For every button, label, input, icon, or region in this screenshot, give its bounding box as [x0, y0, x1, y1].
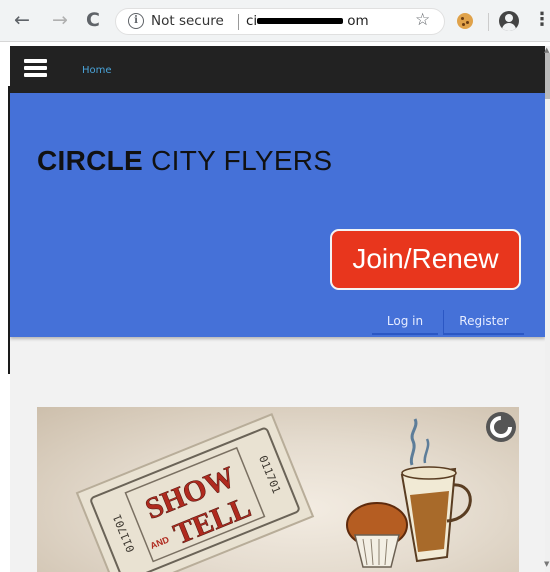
scroll-up-arrow-icon[interactable]: ▲ [544, 46, 549, 54]
reload-button[interactable]: C [86, 9, 100, 31]
home-link[interactable]: Home [82, 65, 112, 76]
omnibox-divider [238, 14, 239, 30]
url-suffix: om [347, 13, 369, 29]
toolbar-divider [488, 13, 489, 31]
cookie-extension-icon[interactable] [457, 13, 473, 29]
browser-menu-icon[interactable]: ⋮ [533, 9, 550, 31]
info-icon[interactable]: i [128, 13, 144, 29]
window-left-edge [0, 46, 10, 572]
show-and-tell-image[interactable]: SHOW AND TELL 011701 011701 [37, 407, 519, 572]
site-title-regular: CITY FLYERS [143, 145, 333, 176]
page-viewport: Home CIRCLE CITY FLYERS Join/Renew Log i… [10, 46, 545, 572]
browser-toolbar: ← → C i Not secure ci om ☆ ⋮ [0, 0, 550, 42]
forward-button[interactable]: → [52, 9, 68, 31]
security-label[interactable]: Not secure [151, 13, 224, 29]
loading-spinner-icon [486, 412, 516, 442]
ticket-graphic: SHOW AND TELL 011701 011701 [75, 413, 315, 572]
bookmark-star-icon[interactable]: ☆ [415, 11, 430, 29]
login-button[interactable]: Log in [372, 310, 438, 335]
site-title[interactable]: CIRCLE CITY FLYERS [37, 145, 332, 177]
join-renew-button[interactable]: Join/Renew [330, 229, 521, 290]
coffee-cup-graphic [400, 418, 472, 563]
muffin-graphic [346, 502, 408, 568]
hero-banner: CIRCLE CITY FLYERS Join/Renew Log in Reg… [10, 93, 545, 337]
site-topbar: Home [10, 46, 545, 93]
scroll-down-arrow-icon[interactable]: ▼ [544, 560, 549, 568]
url-prefix: ci [246, 13, 258, 29]
show-and-tell-illustration: SHOW AND TELL 011701 011701 [75, 413, 472, 572]
address-bar[interactable]: i Not secure ci om [115, 8, 445, 35]
site-title-bold: CIRCLE [37, 145, 144, 176]
scrollbar-thumb[interactable] [545, 53, 550, 99]
back-button[interactable]: ← [14, 9, 30, 31]
account-icon[interactable] [499, 11, 519, 31]
hamburger-menu-icon[interactable] [24, 59, 47, 77]
url-redaction [257, 18, 343, 24]
register-button[interactable]: Register [443, 310, 524, 335]
page-scrollbar[interactable] [545, 46, 550, 572]
